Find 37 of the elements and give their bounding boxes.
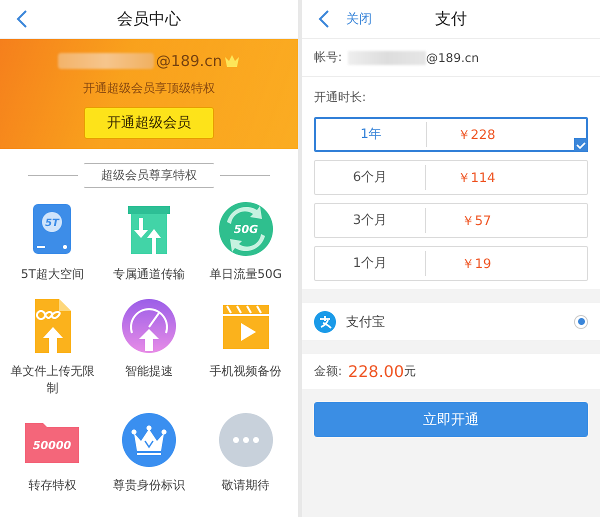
- account-email: @189.cn: [426, 50, 479, 64]
- amount-value: 228.00: [348, 362, 404, 381]
- alipay-icon: [314, 310, 336, 332]
- duration-option[interactable]: 6个月 ￥114: [314, 160, 588, 195]
- duration-option[interactable]: 1个月 ￥19: [314, 246, 588, 281]
- circle-arrows-icon: 50G: [216, 200, 275, 258]
- close-link[interactable]: 关闭: [346, 10, 372, 28]
- account-label: 帐号:: [314, 49, 342, 66]
- section-title: 超级会员尊享特权: [84, 163, 214, 188]
- crown-icon: [224, 54, 240, 68]
- speedometer-icon: [120, 297, 178, 355]
- amount-unit: 元: [404, 363, 416, 380]
- duration-option[interactable]: 1年 ￥228: [314, 117, 588, 152]
- upgrade-button[interactable]: 开通超级会员: [84, 107, 214, 139]
- account-email: @189.cn: [156, 52, 222, 70]
- feature-label: 转存特权: [27, 477, 78, 494]
- duration-label: 开通时长:: [314, 88, 366, 106]
- amount-label: 金额:: [314, 363, 342, 380]
- check-icon: [574, 138, 588, 152]
- back-icon[interactable]: [16, 10, 28, 28]
- crown-icon: [120, 411, 178, 469]
- duration-option[interactable]: 3个月 ￥57: [314, 203, 588, 238]
- feature-label: 尊贵身份标识: [112, 477, 186, 494]
- more-icon: [216, 411, 275, 469]
- page-title: 支付: [435, 8, 467, 30]
- feature-label: 单文件上传无限制: [9, 363, 96, 397]
- radio-button[interactable]: [574, 314, 588, 328]
- back-icon[interactable]: [318, 10, 330, 28]
- feature-label: 智能提速: [124, 363, 174, 380]
- feature-label: 单日流量50G: [208, 266, 283, 283]
- feature-label: 敬请期待: [220, 477, 271, 494]
- banner-subtitle: 开通超级会员享顶级特权: [83, 80, 215, 97]
- feature-label: 手机视频备份: [208, 363, 283, 380]
- feature-label: 5T超大空间: [20, 266, 85, 283]
- feature-label: 专属通道传输: [112, 266, 186, 283]
- payment-method-name: 支付宝: [346, 314, 385, 330]
- page-title: 会员中心: [117, 8, 181, 30]
